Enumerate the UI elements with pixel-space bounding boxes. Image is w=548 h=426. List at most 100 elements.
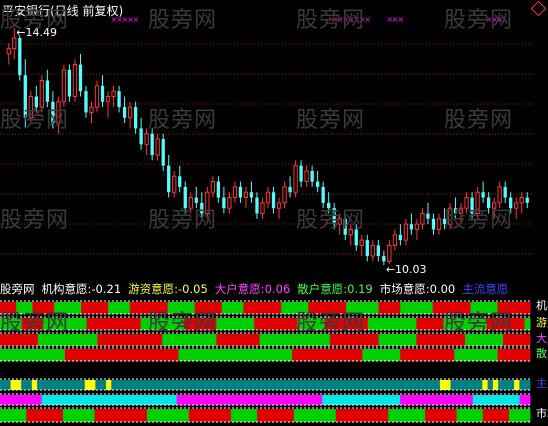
candle: [453, 197, 458, 219]
candle: [238, 181, 243, 203]
candle: [431, 213, 436, 235]
high-price-label: ←14.49: [16, 25, 57, 39]
strip-sanhu: [0, 347, 531, 362]
candle: [67, 64, 72, 102]
candle: [409, 213, 414, 235]
candle: [56, 96, 61, 134]
signal-mark: ×: [397, 15, 404, 24]
candle: [299, 160, 303, 187]
candle: [205, 186, 210, 219]
low-price-label: ←10.03: [385, 263, 427, 277]
candle: [94, 80, 100, 113]
sanhu-label: 散户意愿:: [297, 282, 348, 296]
candle: [348, 224, 353, 246]
candle: [343, 213, 347, 241]
candle: [222, 186, 226, 214]
candle: [458, 202, 464, 225]
candle: [497, 181, 502, 209]
candle: [161, 133, 165, 171]
strip-zhuli: [0, 378, 531, 391]
candle: [28, 91, 33, 124]
indicator-values-row: 股旁网 机构意愿:-0.21 游资意愿:-0.05 大户意愿:0.06 散户意愿…: [0, 281, 548, 297]
candle: [105, 91, 111, 118]
candle: [127, 101, 133, 129]
candle: [194, 186, 198, 209]
candle: [200, 192, 204, 219]
candle: [486, 192, 491, 214]
jigou-value: -0.21: [91, 282, 122, 296]
shichang-label: 市场意愿:: [379, 282, 430, 296]
youzi-label: 游资意愿:: [128, 282, 179, 296]
candle: [150, 128, 154, 161]
signal-mark: ×: [364, 15, 371, 24]
candle: [227, 192, 232, 214]
right-label-youzi: 游资: [536, 317, 548, 329]
candle: [310, 165, 314, 187]
sanhu-value: 0.19: [347, 282, 373, 296]
strip-jigou: [0, 300, 531, 315]
candle: [39, 75, 45, 113]
candle: [216, 176, 221, 203]
stock-chart-window: 平安银行(日线 前复权) × × × × × × × × × × × × × × × × × × ←14.49 ←…: [0, 0, 548, 426]
candle: [293, 160, 298, 198]
candle: [45, 69, 50, 108]
candle: [155, 133, 160, 161]
candle: [315, 170, 320, 193]
willingness-strips[interactable]: [0, 298, 534, 426]
jigou-label: 机构意愿:: [41, 282, 92, 296]
candle: [34, 85, 38, 113]
candle: [84, 85, 88, 118]
candle: [304, 165, 309, 187]
candle: [337, 213, 342, 235]
candle: [470, 192, 474, 219]
candle: [519, 192, 524, 214]
candle: [387, 240, 392, 265]
candle: [491, 197, 497, 219]
candle: [414, 218, 420, 241]
candlestick-chart[interactable]: ××××× ××××××× ××× ×××: [0, 14, 548, 280]
candle: [51, 91, 55, 129]
candle: [100, 75, 105, 108]
candle: [436, 213, 442, 235]
candle: [117, 85, 121, 113]
candle: [332, 202, 336, 230]
candle: [188, 192, 193, 214]
candle: [392, 229, 398, 251]
strip-dahu: [0, 332, 531, 347]
candle: [514, 197, 519, 219]
right-label-jigou: 机构: [536, 300, 548, 312]
strip-color1: [0, 393, 531, 406]
candle: [426, 202, 430, 225]
candle: [183, 181, 187, 214]
candle: [271, 186, 276, 214]
signal-mark: ×: [133, 15, 140, 24]
candle: [354, 224, 358, 251]
candle: [172, 170, 177, 198]
dahu-value: 0.06: [264, 282, 291, 296]
candle: [178, 165, 182, 193]
right-label-sanhu: 散户: [536, 348, 548, 360]
candle: [210, 176, 215, 198]
right-label-zhuli: 主流: [536, 378, 548, 390]
candle: [255, 192, 259, 219]
candle: [442, 208, 447, 230]
candle: [6, 43, 11, 65]
candle: [475, 186, 480, 219]
candle: [133, 101, 138, 134]
candle: [359, 234, 364, 257]
candle: [398, 224, 403, 246]
candle: [376, 240, 380, 262]
candle: [403, 218, 409, 246]
youzi-value: -0.05: [178, 282, 208, 296]
candle: [89, 101, 94, 124]
candle: [243, 186, 249, 209]
indicator-prefix: 股旁网: [0, 282, 35, 296]
candle: [447, 202, 453, 230]
candle: [122, 96, 127, 124]
candle: [525, 192, 529, 209]
candle: [260, 197, 265, 219]
right-label-shichang: 市场: [536, 408, 548, 420]
candle: [144, 128, 149, 155]
candle: [370, 240, 375, 262]
candle: [249, 181, 254, 203]
